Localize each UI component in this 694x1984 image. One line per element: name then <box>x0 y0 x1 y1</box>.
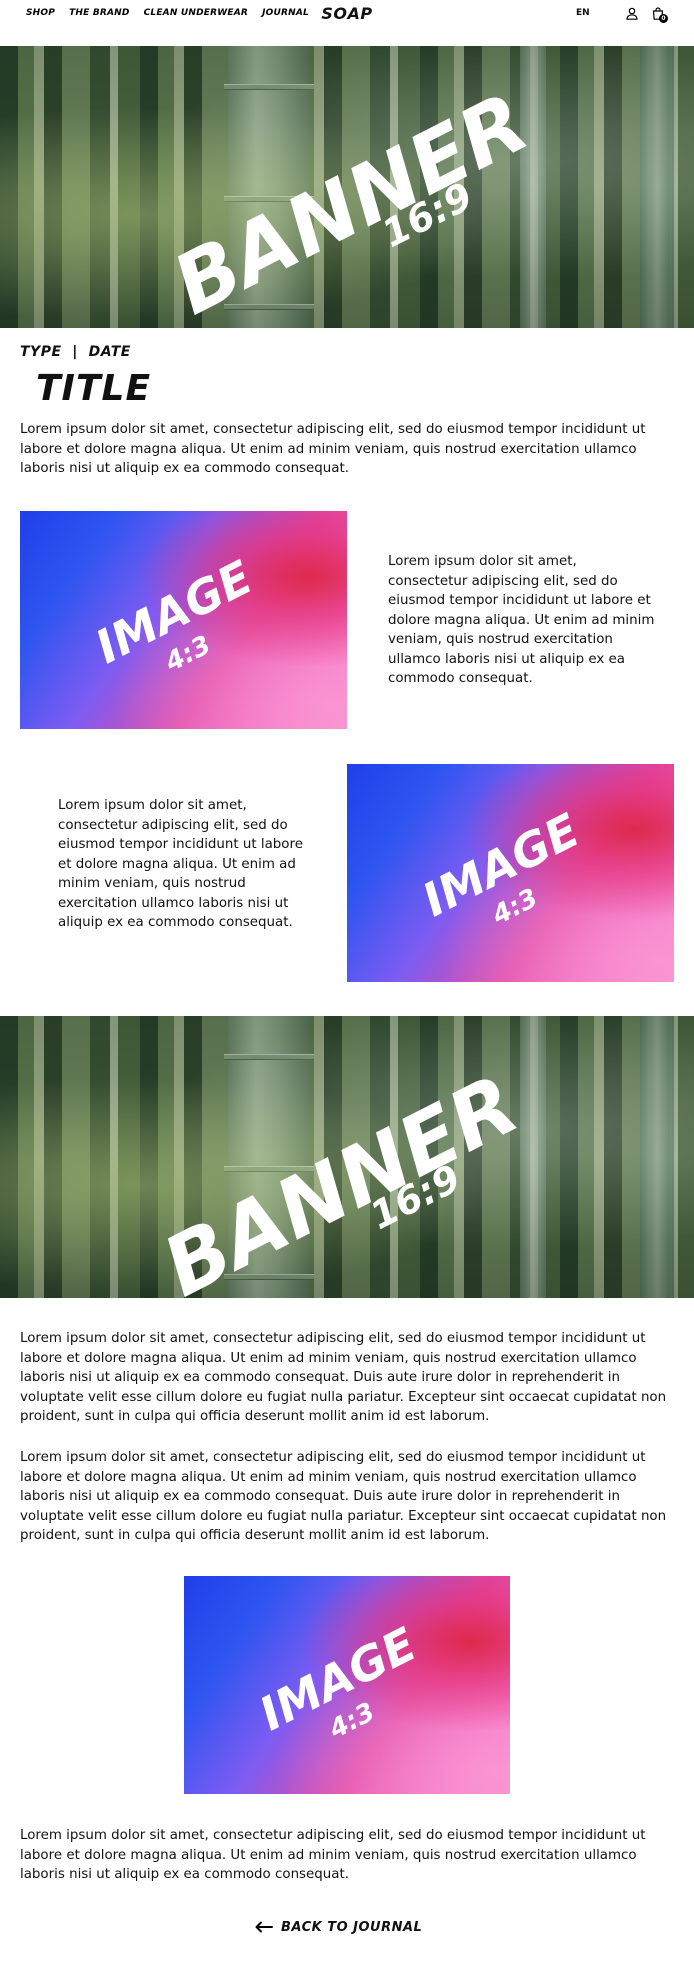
article-image-2: IMAGE 4:3 <box>347 764 674 982</box>
site-logo[interactable]: SOAP <box>321 4 372 23</box>
article-image-1: IMAGE 4:3 <box>20 511 347 729</box>
nav-clean-underwear[interactable]: CLEAN UNDERWEAR <box>144 8 248 18</box>
body-paragraph-1: Lorem ipsum dolor sit amet, consectetur … <box>20 1331 667 1424</box>
site-header: SHOP THE BRAND CLEAN UNDERWEAR JOURNAL S… <box>0 0 694 46</box>
article-image-3: IMAGE 4:3 <box>184 1576 510 1794</box>
nav-shop[interactable]: SHOP <box>26 8 55 18</box>
back-link-label: BACK TO JOURNAL <box>281 1920 423 1935</box>
article-title: TITLE <box>36 368 152 409</box>
shopping-bag-icon[interactable]: 0 <box>651 6 668 23</box>
row2-text: Lorem ipsum dolor sit amet, consectetur … <box>58 798 303 930</box>
article-meta: TYPE | DATE <box>20 344 131 360</box>
article-intro: Lorem ipsum dolor sit amet, consectetur … <box>20 422 646 476</box>
back-to-journal-link[interactable]: BACK TO JOURNAL <box>255 1918 422 1937</box>
main-nav: SHOP THE BRAND CLEAN UNDERWEAR JOURNAL <box>26 8 309 18</box>
nav-journal[interactable]: JOURNAL <box>262 8 309 18</box>
hero-banner: BANNER 16:9 <box>0 46 694 328</box>
user-icon[interactable] <box>625 6 639 20</box>
row1-text: Lorem ipsum dolor sit amet, consectetur … <box>388 554 655 686</box>
nav-the-brand[interactable]: THE BRAND <box>69 8 130 18</box>
body-paragraph-2: Lorem ipsum dolor sit amet, consectetur … <box>20 1450 667 1543</box>
mid-banner: BANNER 16:9 <box>0 1016 694 1298</box>
language-selector[interactable]: EN <box>576 8 590 18</box>
arrow-left-icon <box>255 1918 273 1937</box>
closing-paragraph: Lorem ipsum dolor sit amet, consectetur … <box>20 1828 646 1882</box>
bag-count-badge: 0 <box>659 14 668 23</box>
